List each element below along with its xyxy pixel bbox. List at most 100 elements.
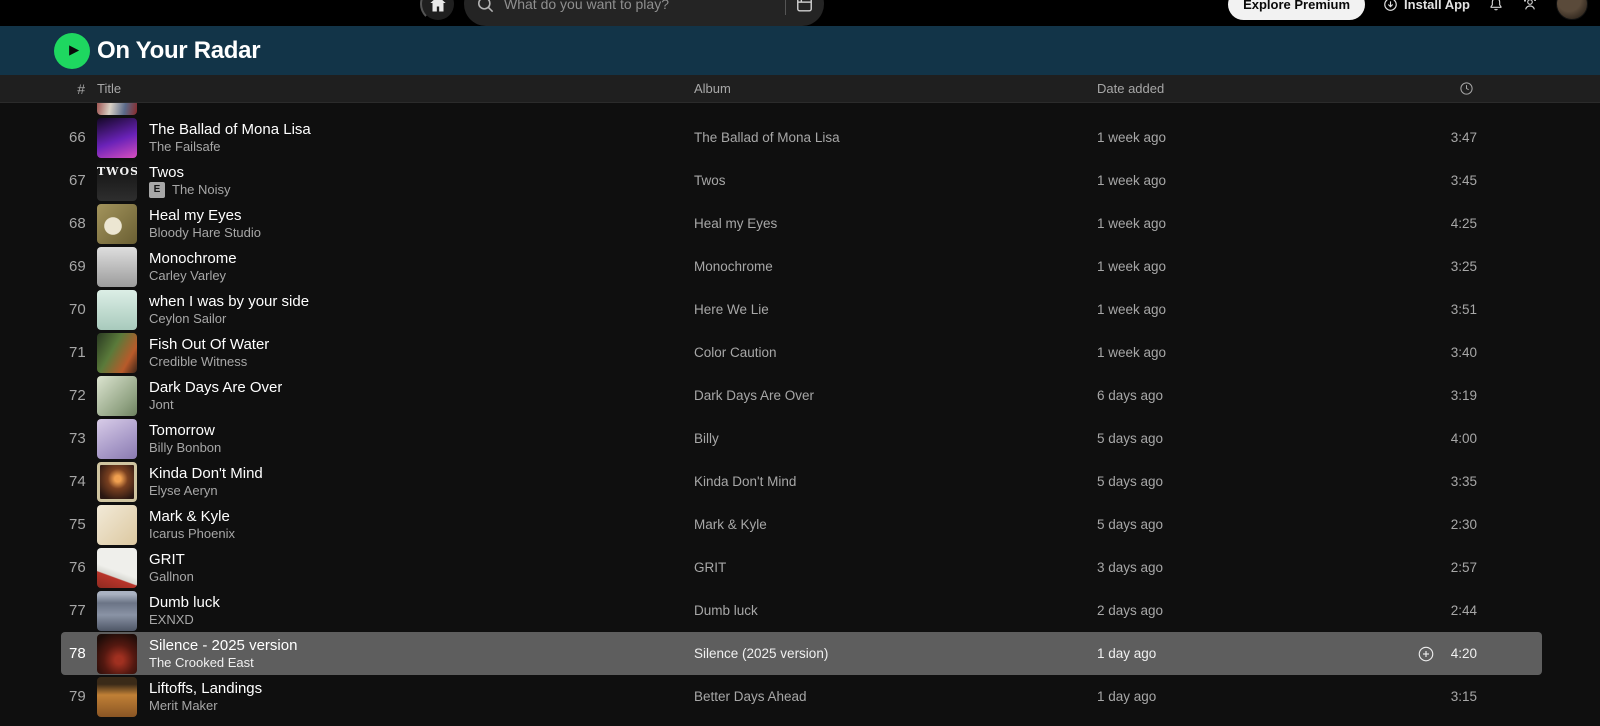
track-number: 76: [69, 559, 85, 576]
track-artist[interactable]: Credible Witness: [149, 354, 247, 370]
home-button[interactable]: [420, 0, 456, 22]
track-date-added: 5 days ago: [1097, 474, 1376, 489]
table-row[interactable]: 79 Liftoffs, Landings Merit Maker Better…: [61, 675, 1542, 718]
table-row[interactable]: 78 Silence - 2025 version The Crooked Ea…: [61, 632, 1542, 675]
track-title[interactable]: Tomorrow: [149, 421, 221, 440]
track-duration: 3:15: [1451, 689, 1477, 704]
track-title[interactable]: Silence - 2025 version: [149, 636, 297, 655]
home-icon: [428, 0, 448, 14]
table-row[interactable]: 75 Mark & Kyle Icarus Phoenix Mark & Kyl…: [61, 503, 1542, 546]
track-album[interactable]: Twos: [694, 173, 1097, 188]
track-album[interactable]: Heal my Eyes: [694, 216, 1097, 231]
track-title[interactable]: Dumb luck: [149, 593, 220, 612]
search-bar[interactable]: [464, 0, 824, 26]
track-artist[interactable]: EXNXD: [149, 612, 194, 628]
column-header-index: #: [69, 81, 85, 97]
track-album[interactable]: Better Days Ahead: [694, 689, 1097, 704]
album-art: TWOS: [97, 161, 137, 201]
album-art: [97, 634, 137, 674]
track-artist[interactable]: Billy Bonbon: [149, 440, 221, 456]
track-artist[interactable]: The Failsafe: [149, 139, 221, 155]
track-date-added: 1 day ago: [1097, 646, 1376, 661]
track-album[interactable]: Silence (2025 version): [694, 646, 1097, 661]
play-button[interactable]: [54, 33, 90, 69]
table-row[interactable]: 74 Kinda Don't Mind Elyse Aeryn Kinda Do…: [61, 460, 1542, 503]
track-number: 77: [69, 602, 85, 619]
track-title[interactable]: Fish Out Of Water: [149, 335, 269, 354]
album-art: [97, 290, 137, 330]
track-number: 69: [69, 258, 85, 275]
column-header-date-added: Date added: [1097, 81, 1376, 96]
track-album[interactable]: Here We Lie: [694, 302, 1097, 317]
table-row[interactable]: 68 Heal my Eyes Bloody Hare Studio Heal …: [61, 202, 1542, 245]
track-album[interactable]: Mark & Kyle: [694, 517, 1097, 532]
search-input[interactable]: [504, 0, 776, 12]
track-title[interactable]: Monochrome: [149, 249, 237, 268]
tracklist-header: # Title Album Date added: [0, 75, 1600, 103]
album-art-label: TWOS: [97, 165, 137, 178]
add-to-playlist-icon[interactable]: [1417, 645, 1435, 663]
install-app-button[interactable]: Install App: [1383, 0, 1470, 12]
browse-icon[interactable]: [795, 0, 814, 14]
track-artist[interactable]: Icarus Phoenix: [149, 526, 235, 542]
track-artist[interactable]: Elyse Aeryn: [149, 483, 218, 499]
track-list: The Regans 66 The Ballad of Mona Lisa Th…: [0, 103, 1600, 718]
album-art: [97, 419, 137, 459]
table-row[interactable]: 71 Fish Out Of Water Credible Witness Co…: [61, 331, 1542, 374]
avatar[interactable]: [1556, 0, 1588, 20]
table-row[interactable]: 73 Tomorrow Billy Bonbon Billy 5 days ag…: [61, 417, 1542, 460]
notifications-bell-icon[interactable]: [1488, 0, 1504, 12]
track-album[interactable]: Monochrome: [694, 259, 1097, 274]
table-row[interactable]: 70 when I was by your side Ceylon Sailor…: [61, 288, 1542, 331]
track-duration: 3:51: [1451, 302, 1477, 317]
playlist-banner: On Your Radar: [0, 26, 1600, 75]
friend-activity-icon[interactable]: [1522, 0, 1538, 12]
track-date-added: 2 days ago: [1097, 603, 1376, 618]
track-album[interactable]: The Ballad of Mona Lisa: [694, 130, 1097, 145]
table-row[interactable]: 77 Dumb luck EXNXD Dumb luck 2 days ago …: [61, 589, 1542, 632]
track-date-added: 6 days ago: [1097, 388, 1376, 403]
track-title[interactable]: Kinda Don't Mind: [149, 464, 263, 483]
track-title[interactable]: Mark & Kyle: [149, 507, 235, 526]
track-album[interactable]: GRIT: [694, 560, 1097, 575]
track-date-added: 3 days ago: [1097, 560, 1376, 575]
track-number: 66: [69, 129, 85, 146]
table-row-partial[interactable]: The Regans: [61, 103, 1542, 116]
track-duration: 4:00: [1451, 431, 1477, 446]
track-artist[interactable]: Ceylon Sailor: [149, 311, 226, 327]
track-title[interactable]: when I was by your side: [149, 292, 309, 311]
table-row[interactable]: 67 TWOS Twos E The Noisy Twos 1 week ago…: [61, 159, 1542, 202]
album-art: [97, 505, 137, 545]
track-artist[interactable]: Jont: [149, 397, 174, 413]
track-artist[interactable]: The Noisy: [172, 182, 231, 198]
track-artist[interactable]: Merit Maker: [149, 698, 218, 714]
track-title[interactable]: Liftoffs, Landings: [149, 679, 262, 698]
track-artist[interactable]: Carley Varley: [149, 268, 226, 284]
track-album[interactable]: Billy: [694, 431, 1097, 446]
album-art: [97, 591, 137, 631]
table-row[interactable]: 76 GRIT Gallnon GRIT 3 days ago 2:57: [61, 546, 1542, 589]
table-row[interactable]: 69 Monochrome Carley Varley Monochrome 1…: [61, 245, 1542, 288]
track-album[interactable]: Dumb luck: [694, 603, 1097, 618]
explore-premium-button[interactable]: Explore Premium: [1228, 0, 1365, 20]
track-duration: 3:45: [1451, 173, 1477, 188]
track-album[interactable]: Kinda Don't Mind: [694, 474, 1097, 489]
track-album[interactable]: Dark Days Are Over: [694, 388, 1097, 403]
track-number: 71: [69, 344, 85, 361]
track-artist[interactable]: Bloody Hare Studio: [149, 225, 261, 241]
track-title[interactable]: GRIT: [149, 550, 194, 569]
track-title[interactable]: Heal my Eyes: [149, 206, 261, 225]
track-title[interactable]: Twos: [149, 163, 231, 182]
track-title[interactable]: The Ballad of Mona Lisa: [149, 120, 311, 139]
track-duration: 3:47: [1451, 130, 1477, 145]
table-row[interactable]: 72 Dark Days Are Over Jont Dark Days Are…: [61, 374, 1542, 417]
table-row[interactable]: 66 The Ballad of Mona Lisa The Failsafe …: [61, 116, 1542, 159]
track-title[interactable]: Dark Days Are Over: [149, 378, 282, 397]
track-artist[interactable]: The Crooked East: [149, 655, 254, 671]
album-art: [97, 118, 137, 158]
track-album[interactable]: Color Caution: [694, 345, 1097, 360]
track-artist[interactable]: Gallnon: [149, 569, 194, 585]
search-icon[interactable]: [476, 0, 495, 14]
track-duration: 4:25: [1451, 216, 1477, 231]
track-duration: 3:35: [1451, 474, 1477, 489]
